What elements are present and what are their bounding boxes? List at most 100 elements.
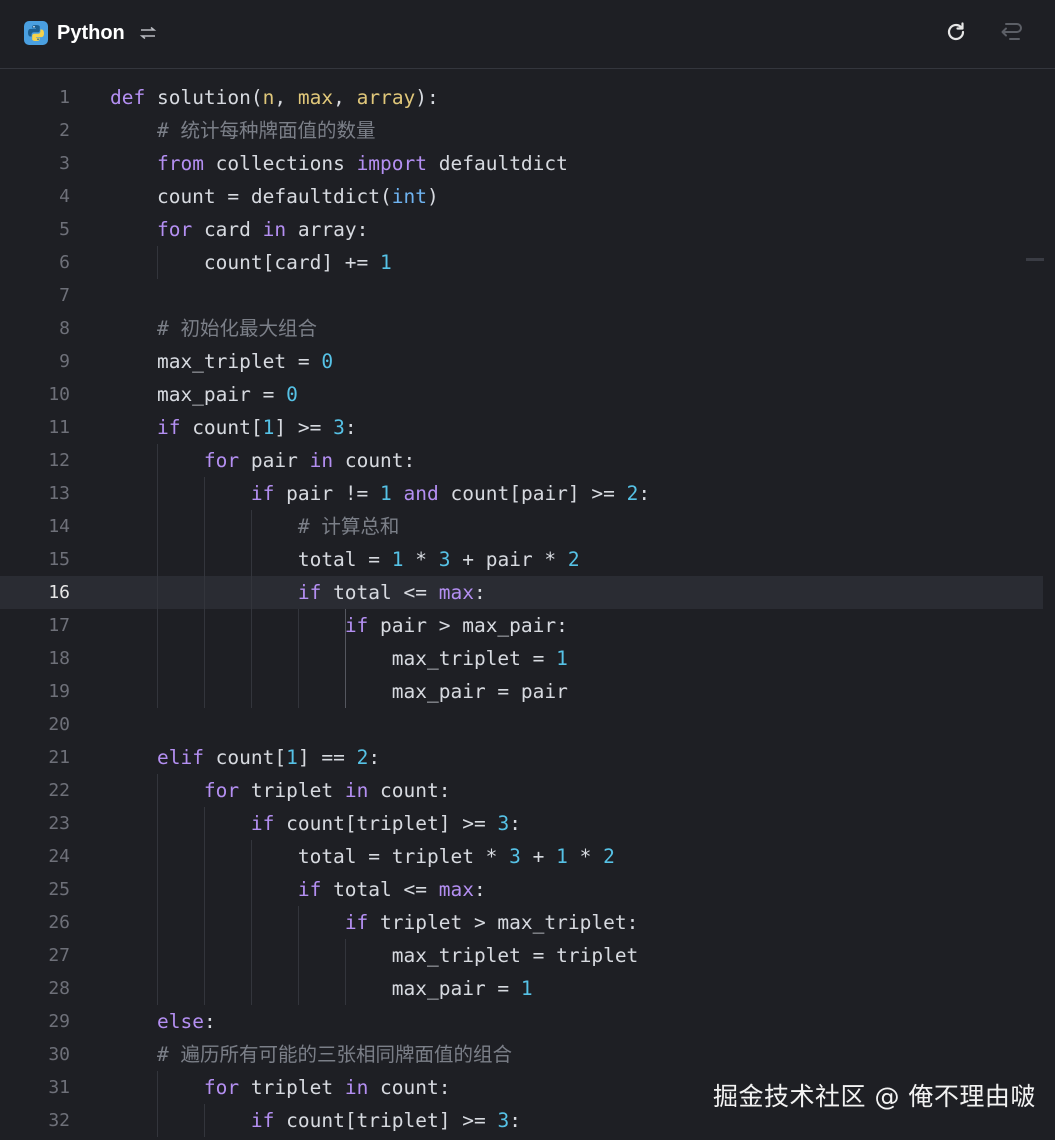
code-text[interactable]: count = defaultdict(int) [110,180,439,213]
code-text[interactable]: max_pair = 1 [110,972,533,1005]
code-text[interactable]: if count[triplet] >= 3: [110,1104,521,1137]
code-text[interactable]: if total <= max: [110,873,486,906]
indent-guide [251,972,252,1005]
code-line[interactable]: 2 # 统计每种牌面值的数量 [0,114,1043,147]
code-text[interactable]: if pair != 1 and count[pair] >= 2: [110,477,650,510]
code-line[interactable]: 4 count = defaultdict(int) [0,180,1043,213]
active-indent-guide [345,609,346,708]
code-editor[interactable]: 1 def solution(n, max, array): 2 # 统计每种牌面值… [0,69,1055,1140]
line-number: 29 [48,1011,70,1032]
indent-guide [204,642,205,675]
python-logo-icon [24,21,48,45]
code-text[interactable]: max_triplet = triplet [110,939,639,972]
swap-icon[interactable] [139,24,157,42]
code-text[interactable]: if pair > max_pair: [110,609,568,642]
indent-guide [157,510,158,543]
word-wrap-icon[interactable] [997,20,1023,44]
code-text[interactable]: def solution(n, max, array): [110,81,439,114]
line-number: 7 [59,285,70,306]
line-number: 23 [48,813,70,834]
code-text[interactable]: total = 1 * 3 + pair * 2 [110,543,580,576]
indent-guide [204,873,205,906]
line-number: 19 [48,681,70,702]
code-text[interactable]: if count[triplet] >= 3: [110,807,521,840]
code-text[interactable]: # 遍历所有可能的三张相同牌面值的组合 [110,1038,512,1071]
code-text[interactable]: for card in array: [110,213,368,246]
indent-guide [157,675,158,708]
line-number: 6 [59,252,70,273]
line-number: 22 [48,780,70,801]
line-number: 28 [48,978,70,999]
line-number: 1 [59,87,70,108]
code-text[interactable]: max_triplet = 0 [110,345,333,378]
indent-guide [204,1104,205,1137]
watermark: 掘金技术社区 @ 俺不理由啵 [713,1082,1036,1111]
indent-guide [251,543,252,576]
indent-guide [204,609,205,642]
code-line[interactable]: 21 elif count[1] == 2: [0,741,1043,774]
code-text[interactable]: total = triplet * 3 + 1 * 2 [110,840,615,873]
code-line[interactable]: 30 # 遍历所有可能的三张相同牌面值的组合 [0,1038,1043,1071]
indent-guide [251,576,252,609]
refresh-icon[interactable] [945,21,967,43]
code-line[interactable]: 20 [0,708,1043,741]
code-text[interactable]: for pair in count: [110,444,415,477]
indent-guide [204,477,205,510]
code-text[interactable]: max_triplet = 1 [110,642,568,675]
line-number: 2 [59,120,70,141]
code-text[interactable]: max_pair = pair [110,675,568,708]
scrollbar[interactable] [1043,69,1055,1140]
code-text[interactable]: else: [110,1005,216,1038]
code-line[interactable]: 29 else: [0,1005,1043,1038]
indent-guide [204,939,205,972]
code-line[interactable]: 8 # 初始化最大组合 [0,312,1043,345]
indent-guide [251,642,252,675]
code-text[interactable]: if count[1] >= 3: [110,411,357,444]
indent-guide [204,972,205,1005]
language-label[interactable]: Python [57,20,125,46]
code-text[interactable]: # 统计每种牌面值的数量 [110,114,375,147]
line-number: 27 [48,945,70,966]
code-line[interactable]: 9 max_triplet = 0 [0,345,1043,378]
indent-guide [204,543,205,576]
code-text[interactable]: # 计算总和 [110,510,399,543]
indent-guide [298,972,299,1005]
code-text[interactable]: for triplet in count: [110,1071,451,1104]
line-number: 30 [48,1044,70,1065]
line-number: 26 [48,912,70,933]
line-number: 17 [48,615,70,636]
indent-guide [157,477,158,510]
code-text[interactable]: elif count[1] == 2: [110,741,380,774]
indent-guide [157,774,158,807]
code-text[interactable]: if total <= max: [110,576,486,609]
code-line[interactable]: 11 if count[1] >= 3: [0,411,1043,444]
indent-guide [345,939,346,972]
code-line[interactable]: 1 def solution(n, max, array): [0,81,1043,114]
indent-guide [251,510,252,543]
line-number: 13 [48,483,70,504]
line-number: 24 [48,846,70,867]
code-text[interactable]: max_pair = 0 [110,378,298,411]
code-text[interactable]: for triplet in count: [110,774,451,807]
code-line[interactable]: 7 [0,279,1043,312]
code-line[interactable]: 5 for card in array: [0,213,1043,246]
indent-guide [251,873,252,906]
indent-guide [298,642,299,675]
line-number: 16 [48,582,70,603]
code-text[interactable]: count[card] += 1 [110,246,392,279]
code-line[interactable]: 10 max_pair = 0 [0,378,1043,411]
indent-guide [251,609,252,642]
line-number: 15 [48,549,70,570]
editor-header: Python [0,0,1055,69]
indent-guide [157,807,158,840]
indent-guide [157,576,158,609]
line-number: 11 [48,417,70,438]
code-text[interactable]: if triplet > max_triplet: [110,906,639,939]
line-number: 21 [48,747,70,768]
code-text[interactable]: from collections import defaultdict [110,147,568,180]
code-line[interactable]: 3 from collections import defaultdict [0,147,1043,180]
indent-guide [298,675,299,708]
code-text[interactable]: # 初始化最大组合 [110,312,317,345]
indent-guide [204,675,205,708]
indent-guide [345,972,346,1005]
